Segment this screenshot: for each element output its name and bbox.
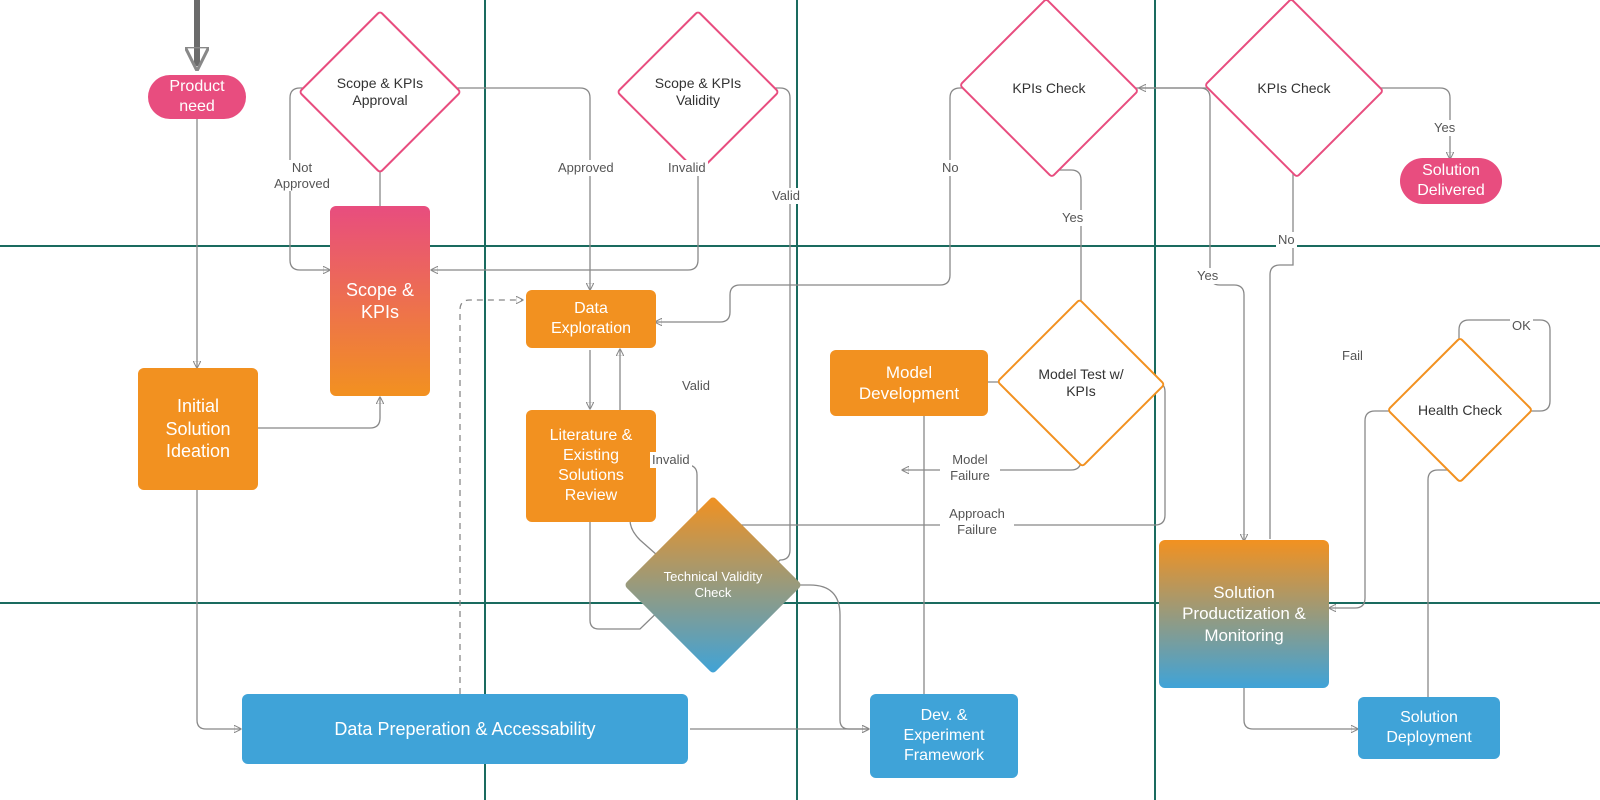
node-solution-productization: Solution Productization & Monitoring — [1159, 540, 1329, 688]
node-label: Technical Validity Check — [658, 569, 768, 600]
grid-vertical — [1154, 0, 1156, 800]
node-label: Model Development — [838, 362, 980, 405]
edge-label-yes: Yes — [1060, 210, 1085, 226]
node-product-need: Product need — [148, 75, 246, 119]
node-solution-deployment: Solution Deployment — [1358, 697, 1500, 759]
flowchart-canvas: Product need Scope & KPIs Approval Scope… — [0, 0, 1600, 800]
node-label: Dev. & Experiment Framework — [878, 706, 1010, 766]
node-model-development: Model Development — [830, 350, 988, 416]
node-scope-kpis-validity: Scope & KPIs Validity — [640, 34, 756, 150]
node-data-preparation: Data Preperation & Accessability — [242, 694, 688, 764]
node-label: Model Test w/ KPIs — [1028, 366, 1134, 400]
node-model-test-kpis: Model Test w/ KPIs — [1020, 324, 1142, 442]
node-label: Scope & KPIs Approval — [330, 75, 430, 109]
grid-vertical — [484, 0, 486, 800]
node-label: Health Check — [1418, 402, 1502, 419]
node-scope-kpis-approval: Scope & KPIs Approval — [322, 34, 438, 150]
node-label: Solution Deployment — [1366, 708, 1492, 748]
node-initial-solution-ideation: Initial Solution Ideation — [138, 368, 258, 490]
node-health-check: Health Check — [1408, 358, 1512, 462]
node-label: Solution Productization & Monitoring — [1167, 582, 1321, 646]
node-data-exploration: Data Exploration — [526, 290, 656, 348]
edge-label-yes-2: Yes — [1195, 268, 1220, 284]
node-literature-review: Literature & Existing Solutions Review — [526, 410, 656, 522]
edge-label-not-approved: Not Approved — [270, 160, 334, 191]
edge-label-approach-failure: Approach Failure — [940, 506, 1014, 537]
grid-horizontal — [0, 602, 1600, 604]
node-technical-validity: Technical Validity Check — [650, 522, 776, 648]
grid-horizontal — [0, 245, 1600, 247]
node-kpis-check-2: KPIs Check — [1228, 26, 1360, 150]
edge-label-approved: Approved — [556, 160, 616, 176]
edge-label-no-2: No — [1276, 232, 1297, 248]
node-label: KPIs Check — [1257, 80, 1330, 97]
edge-label-yes-3: Yes — [1432, 120, 1457, 136]
node-label: Literature & Existing Solutions Review — [534, 426, 648, 506]
node-kpis-check-1: KPIs Check — [983, 26, 1115, 150]
node-scope-kpis: Scope & KPIs — [330, 206, 430, 396]
edge-label-valid-2: Valid — [680, 378, 712, 394]
edge-label-model-failure: Model Failure — [940, 452, 1000, 483]
node-label: Data Exploration — [534, 299, 648, 339]
edge-label-invalid-2: Invalid — [650, 452, 692, 468]
node-label: Scope & KPIs — [338, 279, 422, 324]
node-dev-experiment-framework: Dev. & Experiment Framework — [870, 694, 1018, 778]
node-label: Data Preperation & Accessability — [334, 718, 595, 741]
node-solution-delivered: Solution Delivered — [1400, 158, 1502, 204]
edge-label-ok: OK — [1510, 318, 1533, 334]
edge-label-valid: Valid — [770, 188, 802, 204]
node-label: Product need — [156, 77, 238, 117]
node-label: Initial Solution Ideation — [146, 395, 250, 463]
node-label: KPIs Check — [1012, 80, 1085, 97]
node-label: Scope & KPIs Validity — [648, 75, 748, 109]
grid-vertical — [796, 0, 798, 800]
edge-label-fail: Fail — [1340, 348, 1365, 364]
node-label: Solution Delivered — [1408, 161, 1494, 201]
edge-label-no: No — [940, 160, 961, 176]
edge-label-invalid: Invalid — [666, 160, 708, 176]
